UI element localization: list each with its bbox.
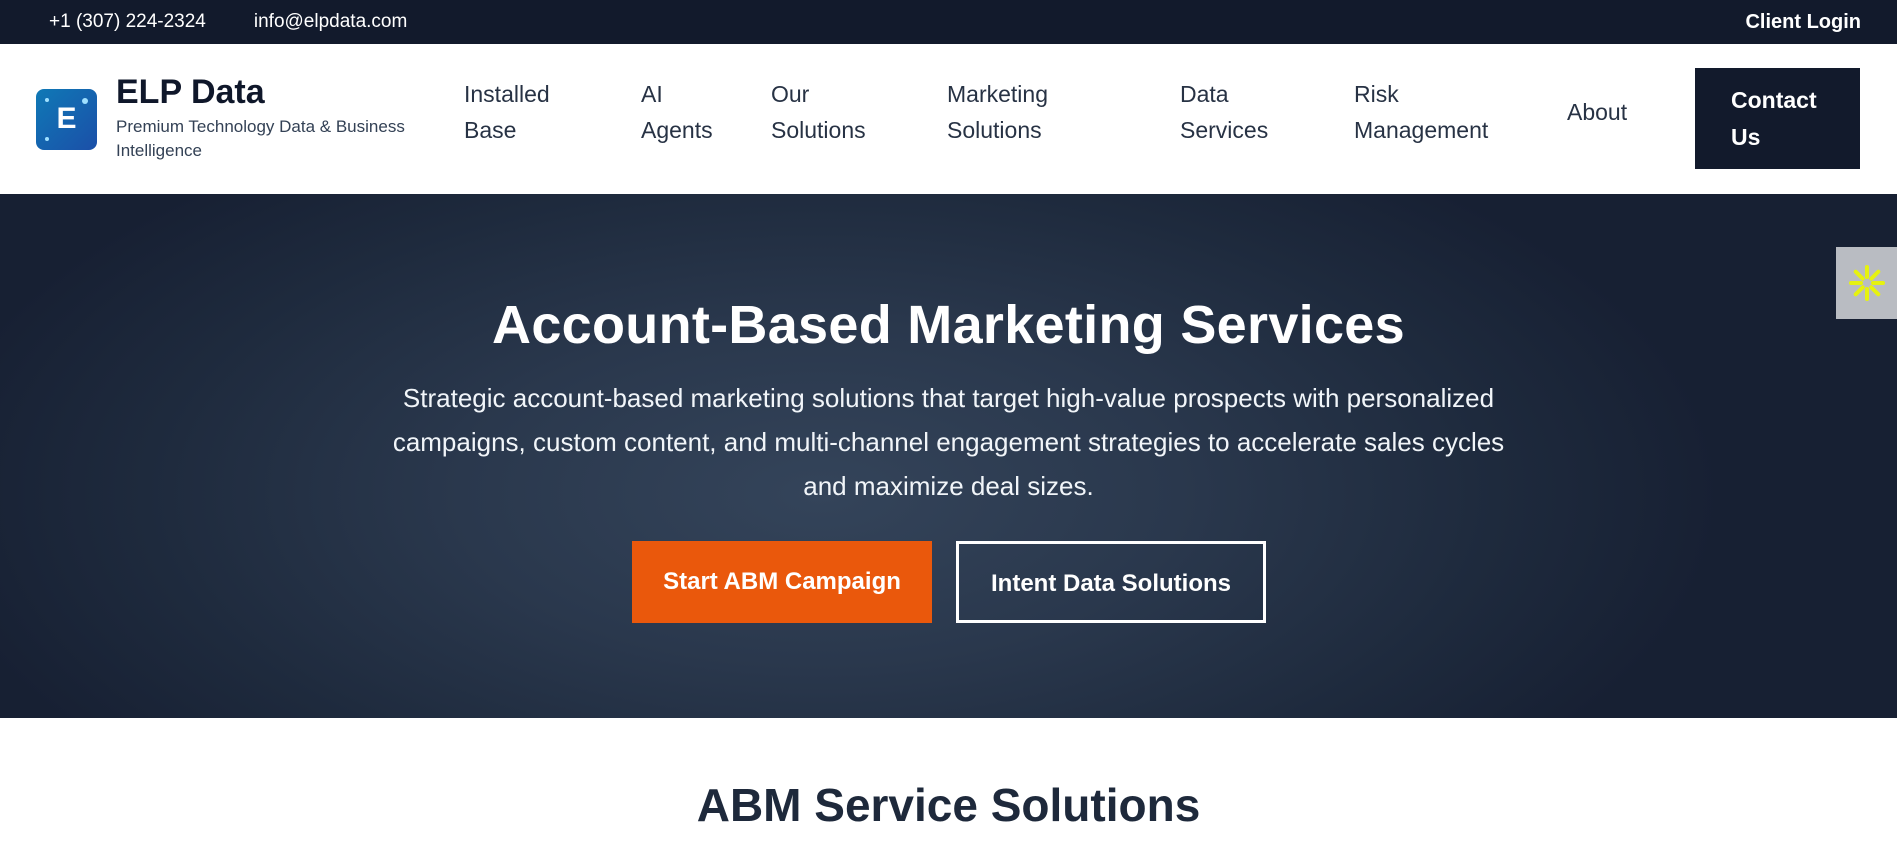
nav-label-line: Marketing — [947, 81, 1048, 107]
nav-item-our-solutions[interactable]: Our Solutions — [771, 76, 866, 148]
nav-item-marketing-solutions[interactable]: Marketing Solutions — [947, 76, 1048, 148]
nav-label-line: Base — [464, 117, 517, 143]
brand[interactable]: E ELP Data Premium Technology Data & Bus… — [36, 73, 466, 163]
nav-label-line: Services — [1180, 117, 1269, 143]
email-link[interactable]: info@elpdata.com — [254, 11, 407, 33]
top-contact-info: +1 (307) 224-2324 info@elpdata.com — [49, 11, 407, 33]
intent-data-solutions-button[interactable]: Intent Data Solutions — [956, 541, 1266, 623]
contact-label-line: Us — [1731, 124, 1761, 150]
top-bar: +1 (307) 224-2324 info@elpdata.com Clien… — [0, 0, 1897, 44]
logo-letter: E — [56, 102, 77, 135]
nav-label-line: About — [1567, 99, 1628, 125]
accessibility-widget-button[interactable] — [1836, 247, 1897, 319]
start-abm-campaign-button[interactable]: Start ABM Campaign — [632, 541, 932, 623]
nav-label-line: Solutions — [947, 117, 1042, 143]
client-login-link[interactable]: Client Login — [1745, 11, 1861, 34]
nav-item-installed-base[interactable]: Installed Base — [464, 76, 550, 148]
brand-text: ELP Data Premium Technology Data & Busin… — [116, 73, 436, 163]
hero-title: Account-Based Marketing Services — [492, 295, 1405, 355]
brand-name: ELP Data — [116, 73, 265, 112]
nav-label-line: AI — [641, 81, 663, 107]
contact-us-button[interactable]: Contact Us — [1695, 68, 1860, 169]
hero-description: Strategic account-based marketing soluti… — [392, 383, 1505, 501]
section-title: ABM Service Solutions — [696, 779, 1201, 831]
asterisk-sparkle-icon — [1848, 265, 1885, 301]
nav-item-risk-management[interactable]: Risk Management — [1354, 76, 1488, 148]
nav-label-line: Installed — [464, 81, 550, 107]
nav-item-about[interactable]: About — [1567, 94, 1627, 130]
nav-label-line: Agents — [641, 117, 713, 143]
nav-item-ai-agents[interactable]: AI Agents — [641, 76, 713, 148]
nav-label-line: Our — [771, 81, 810, 107]
logo-icon: E — [36, 88, 97, 150]
nav-label-line: Data — [1180, 81, 1229, 107]
contact-label-line: Contact — [1731, 87, 1817, 113]
site-header: E ELP Data Premium Technology Data & Bus… — [0, 44, 1897, 194]
phone-link[interactable]: +1 (307) 224-2324 — [49, 11, 206, 33]
brand-tagline: Premium Technology Data & Business Intel… — [116, 116, 405, 160]
nav-label-line: Solutions — [771, 117, 866, 143]
nav-label-line: Management — [1354, 117, 1489, 143]
nav-label-line: Risk — [1354, 81, 1399, 107]
hero-section: Account-Based Marketing Services Strateg… — [0, 194, 1897, 718]
nav-item-data-services[interactable]: Data Services — [1180, 76, 1268, 148]
